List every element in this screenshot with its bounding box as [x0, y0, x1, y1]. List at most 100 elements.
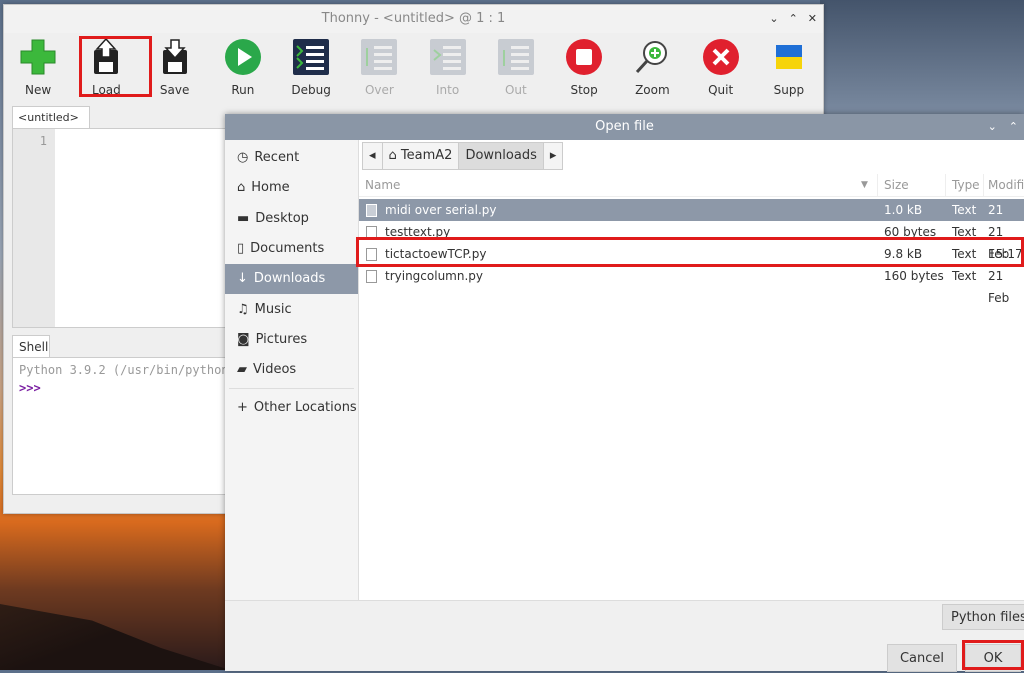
code-editor[interactable]: 1: [12, 128, 230, 328]
dialog-title-bar[interactable]: Open file ⌄ ⌃: [225, 114, 1024, 140]
sidebar-item-label: Pictures: [255, 331, 308, 347]
zoom-button[interactable]: Zoom: [618, 35, 686, 103]
title-bar[interactable]: Thonny - <untitled> @ 1 : 1 ⌄ ⌃ ✕: [4, 5, 823, 33]
desktop-hill: [0, 604, 230, 670]
clock-icon: ◷: [237, 150, 249, 166]
editor-tab-label: <untitled>: [18, 111, 79, 124]
sidebar-item-label: Home: [251, 180, 290, 196]
file-icon: [366, 204, 377, 217]
step-out-icon: [497, 39, 534, 75]
maximize-icon[interactable]: ⌃: [789, 5, 798, 33]
ok-highlight: [962, 640, 1024, 670]
sidebar-item-label: Recent: [254, 150, 300, 166]
support-ukraine-icon: [775, 45, 802, 69]
zoom-label: Zoom: [635, 83, 670, 97]
file-type-filter[interactable]: Python files: [942, 604, 1024, 630]
path-home-button[interactable]: ⌂ TeamA2: [383, 143, 460, 169]
music-icon: ♫: [237, 301, 249, 317]
step-over-label: Over: [364, 83, 394, 97]
minimize-icon[interactable]: ⌄: [769, 5, 778, 33]
debug-button[interactable]: Debug: [277, 35, 345, 103]
step-into-button[interactable]: Into: [414, 35, 482, 103]
sidebar-item-home[interactable]: ⌂ Home: [225, 173, 358, 203]
file-name: tryingcolumn.py: [385, 269, 484, 283]
desktop-sky: [820, 0, 1024, 114]
video-icon: ▰: [237, 362, 247, 378]
step-into-icon: [429, 39, 466, 75]
file-highlight: [356, 237, 1024, 267]
sidebar-item-label: Other Locations: [253, 399, 357, 415]
stop-icon: [566, 39, 603, 75]
column-size[interactable]: Size: [884, 174, 909, 196]
new-icon: [20, 39, 56, 75]
zoom-icon: [636, 41, 668, 74]
line-number: 1: [39, 134, 47, 148]
sidebar-item-music[interactable]: ♫ Music: [225, 294, 358, 324]
new-button[interactable]: New: [4, 35, 72, 103]
sidebar-item-pictures[interactable]: ◙ Pictures: [225, 325, 358, 355]
minimize-icon[interactable]: ⌄: [988, 114, 997, 140]
sidebar-item-downloads[interactable]: ↓ Downloads: [225, 264, 358, 295]
sidebar-item-videos[interactable]: ▰ Videos: [225, 355, 358, 385]
camera-icon: ◙: [237, 331, 250, 347]
filter-label: Python files: [951, 610, 1024, 625]
shell-tab-label: Shell: [19, 340, 49, 354]
sidebar-item-recent[interactable]: ◷ Recent: [225, 143, 358, 173]
step-over-icon: [361, 39, 398, 75]
run-icon: [224, 39, 261, 75]
maximize-icon[interactable]: ⌃: [1009, 114, 1018, 140]
path-bar: ◂ ⌂ TeamA2 Downloads ▸: [362, 142, 564, 170]
file-type: Text: [952, 203, 977, 217]
path-back-button[interactable]: ◂: [363, 143, 383, 169]
quit-icon: [702, 39, 739, 75]
sidebar-item-label: Documents: [250, 241, 325, 257]
sort-icon[interactable]: ▼: [861, 174, 868, 196]
support-button[interactable]: Supp: [755, 35, 823, 103]
path-current-label: Downloads: [465, 148, 537, 163]
editor-tab[interactable]: <untitled> ✖: [12, 106, 90, 146]
file-row[interactable]: midi over serial.py 1.0 kB Text 21 Feb: [359, 199, 1024, 239]
sidebar-item-label: Desktop: [255, 210, 309, 226]
file-browser: ◂ ⌂ TeamA2 Downloads ▸ Name ▼ Size Type …: [359, 140, 1024, 600]
folder-icon: ▬: [237, 210, 250, 226]
path-current-button[interactable]: Downloads: [459, 143, 544, 169]
sidebar-item-label: Videos: [253, 362, 297, 378]
cancel-button[interactable]: Cancel: [887, 644, 957, 672]
plus-icon: +: [237, 399, 248, 415]
step-over-button[interactable]: Over: [345, 35, 413, 103]
sidebar-item-documents[interactable]: ▯ Documents: [225, 234, 358, 264]
shell-tab[interactable]: Shell: [12, 335, 50, 357]
sidebar-item-other-locations[interactable]: + Other Locations: [225, 392, 358, 422]
column-type[interactable]: Type: [952, 174, 980, 196]
step-out-button[interactable]: Out: [482, 35, 550, 103]
line-gutter: 1: [13, 129, 55, 327]
open-file-dialog: Open file ⌄ ⌃ ◷ Recent ⌂ Home ▬ Desktop ▯ Do…: [225, 114, 1024, 672]
file-name: midi over serial.py: [385, 203, 497, 217]
shell-banner: Python 3.9.2 (/usr/bin/python3): [19, 363, 230, 377]
home-icon: ⌂: [237, 180, 246, 196]
document-icon: ▯: [237, 241, 245, 257]
places-sidebar: ◷ Recent ⌂ Home ▬ Desktop ▯ Documents ↓ Downl…: [225, 140, 359, 600]
stop-label: Stop: [570, 83, 598, 97]
path-home-label: TeamA2: [400, 148, 453, 163]
file-size: 160 bytes: [884, 269, 944, 283]
sidebar-item-desktop[interactable]: ▬ Desktop: [225, 204, 358, 234]
file-icon: [366, 270, 377, 283]
column-name[interactable]: Name: [365, 174, 400, 196]
file-row[interactable]: tryingcolumn.py 160 bytes Text 21 Feb: [359, 265, 1024, 305]
quit-button[interactable]: Quit: [687, 35, 755, 103]
download-icon: ↓: [237, 271, 248, 287]
new-label: New: [25, 83, 52, 97]
path-forward-button[interactable]: ▸: [544, 143, 563, 169]
run-button[interactable]: Run: [209, 35, 277, 103]
sidebar-item-label: Music: [254, 301, 292, 317]
quit-label: Quit: [708, 83, 734, 97]
dialog-title: Open file: [595, 119, 654, 134]
sidebar-divider: [229, 388, 354, 390]
shell-console[interactable]: Python 3.9.2 (/usr/bin/python3) >>>: [12, 357, 230, 495]
stop-button[interactable]: Stop: [550, 35, 618, 103]
column-modified[interactable]: Modifi: [988, 174, 1024, 196]
close-icon[interactable]: ✕: [808, 5, 817, 33]
file-list-header: Name ▼ Size Type Modifi: [359, 174, 1024, 197]
file-modified: 21 Feb: [988, 269, 1010, 305]
